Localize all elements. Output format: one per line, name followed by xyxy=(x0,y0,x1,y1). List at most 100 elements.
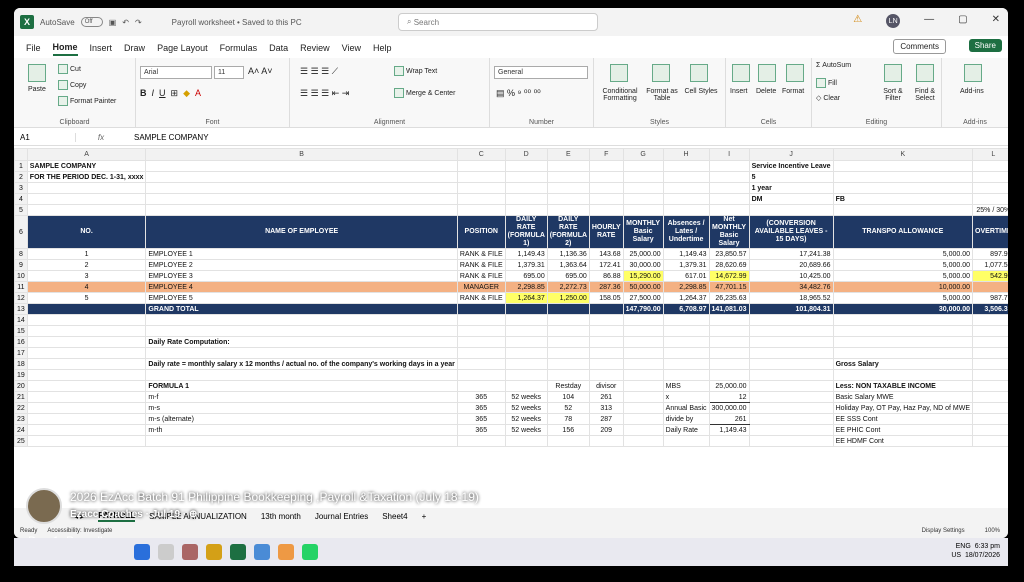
employee-cell[interactable]: EMPLOYEE 4 xyxy=(145,281,458,293)
row-header[interactable]: 14 xyxy=(14,314,28,326)
cell-d16[interactable] xyxy=(504,336,548,348)
employee-cell[interactable]: 695.00 xyxy=(546,270,590,282)
cell-f2[interactable] xyxy=(588,171,624,183)
cell-d17[interactable] xyxy=(504,347,548,359)
employee-cell[interactable] xyxy=(972,281,1008,293)
cell-a22[interactable] xyxy=(26,402,147,414)
menu-data[interactable]: Data xyxy=(269,41,288,55)
employee-cell[interactable]: 28,620.69 xyxy=(708,259,750,271)
grand-total-cell[interactable]: 141,081.03 xyxy=(708,303,750,315)
cell-j24[interactable] xyxy=(748,424,834,436)
cell-e20[interactable]: Restday xyxy=(546,380,590,392)
row-header[interactable]: 18 xyxy=(14,358,28,370)
cell-b3[interactable] xyxy=(145,182,458,194)
addins-button[interactable]: Add-ins xyxy=(960,88,984,95)
cell-l14[interactable] xyxy=(972,314,1008,326)
column-title[interactable]: POSITION xyxy=(456,215,506,249)
cell-g2[interactable] xyxy=(622,171,664,183)
sheet-table[interactable]: ABCDEFGHIJKLMNO1SAMPLE COMPANYService In… xyxy=(14,148,1008,447)
number-format-icons[interactable]: ▤ % ⁹ ⁰⁰ ⁰⁰ xyxy=(496,88,541,99)
cell-a14[interactable] xyxy=(26,314,147,326)
cell-g17[interactable] xyxy=(622,347,664,359)
cell-a20[interactable] xyxy=(26,380,147,392)
minimize-icon[interactable]: — xyxy=(924,14,934,28)
grand-total-cell[interactable] xyxy=(546,303,590,315)
cell-e23[interactable]: 78 xyxy=(546,413,590,425)
zoom-level[interactable]: 100% xyxy=(985,528,1000,534)
cell-l16[interactable] xyxy=(972,336,1008,348)
employee-cell[interactable]: 143.68 xyxy=(588,248,624,260)
cell-e15[interactable] xyxy=(546,325,590,337)
employee-cell[interactable]: RANK & FILE xyxy=(456,259,506,271)
employee-cell[interactable]: 27,500.00 xyxy=(622,292,664,304)
cell-i16[interactable] xyxy=(708,336,750,348)
menu-formulas[interactable]: Formulas xyxy=(220,41,258,55)
cell-h22[interactable]: Annual Basic xyxy=(662,402,710,414)
cell-k22[interactable]: Holiday Pay, OT Pay, Haz Pay, ND of MWE xyxy=(832,402,974,414)
cell-e19[interactable] xyxy=(546,369,590,381)
cell-j16[interactable] xyxy=(748,336,834,348)
format-cells-button[interactable]: Format xyxy=(782,88,804,95)
cell-f25[interactable] xyxy=(588,435,624,447)
column-title[interactable]: NAME OF EMPLOYEE xyxy=(145,215,458,249)
employee-cell[interactable]: 2,298.85 xyxy=(504,281,548,293)
cell-h19[interactable] xyxy=(662,369,710,381)
autosave-toggle[interactable]: Off xyxy=(80,17,103,27)
cell-c17[interactable] xyxy=(456,347,506,359)
cell-g3[interactable] xyxy=(622,182,664,194)
employee-cell[interactable]: 86.88 xyxy=(588,270,624,282)
cell-j2[interactable]: 5 xyxy=(748,171,834,183)
cell-h5[interactable] xyxy=(662,204,710,216)
cell-e4[interactable] xyxy=(546,193,590,205)
cell-k17[interactable] xyxy=(832,347,974,359)
row-header[interactable]: 3 xyxy=(14,182,28,194)
cell-g19[interactable] xyxy=(622,369,664,381)
cell-d19[interactable] xyxy=(504,369,548,381)
maximize-icon[interactable]: ▢ xyxy=(958,14,967,28)
employee-cell[interactable]: 10,000.00 xyxy=(832,281,974,293)
cell-d24[interactable]: 52 weeks xyxy=(504,424,548,436)
delete-cells-icon[interactable] xyxy=(758,64,776,82)
cell-e21[interactable]: 104 xyxy=(546,391,590,403)
row-header[interactable]: 6 xyxy=(14,215,28,249)
employee-cell[interactable]: 18,965.52 xyxy=(748,292,834,304)
font-name-select[interactable]: Arial xyxy=(140,66,212,79)
employee-cell[interactable]: 5 xyxy=(26,292,147,304)
cell-e17[interactable] xyxy=(546,347,590,359)
employee-cell[interactable]: 1,379.31 xyxy=(662,259,710,271)
cell-b16[interactable]: Daily Rate Computation: xyxy=(145,336,458,348)
employee-cell[interactable]: 2,272.73 xyxy=(546,281,590,293)
employee-cell[interactable]: 2,298.85 xyxy=(662,281,710,293)
cell-j23[interactable] xyxy=(748,413,834,425)
grand-total-cell[interactable] xyxy=(26,303,147,315)
cell-i23[interactable]: 261 xyxy=(708,413,750,425)
cell-i14[interactable] xyxy=(708,314,750,326)
grand-total-cell[interactable] xyxy=(456,303,506,315)
share-button[interactable]: Share xyxy=(968,39,1002,52)
cell-k20[interactable]: Less: NON TAXABLE INCOME xyxy=(832,380,974,392)
format-table-icon[interactable] xyxy=(652,64,670,82)
employee-cell[interactable]: EMPLOYEE 3 xyxy=(145,270,458,282)
user-avatar[interactable]: LN xyxy=(886,14,901,28)
employee-cell[interactable]: 10,425.00 xyxy=(748,270,834,282)
cell-e16[interactable] xyxy=(546,336,590,348)
cell-d1[interactable] xyxy=(504,160,548,172)
warning-icon[interactable]: ⚠ xyxy=(853,14,862,28)
cell-d23[interactable]: 52 weeks xyxy=(504,413,548,425)
underline-icon[interactable]: U xyxy=(159,88,166,98)
column-header-c[interactable]: C xyxy=(456,148,506,161)
cell-j1[interactable]: Service Incentive Leave xyxy=(748,160,834,172)
cell-b19[interactable] xyxy=(145,369,458,381)
cell-b25[interactable] xyxy=(145,435,458,447)
employee-cell[interactable]: 1,264.37 xyxy=(662,292,710,304)
employee-cell[interactable]: 3 xyxy=(26,270,147,282)
cell-h20[interactable]: MBS xyxy=(662,380,710,392)
app-icon-1[interactable] xyxy=(182,544,198,560)
employee-cell[interactable]: 542.97 xyxy=(972,270,1008,282)
cell-h23[interactable]: divide by xyxy=(662,413,710,425)
employee-cell[interactable]: 1,250.00 xyxy=(546,292,590,304)
cell-e22[interactable]: 52 xyxy=(546,402,590,414)
cell-j5[interactable] xyxy=(748,204,834,216)
grow-font-icon[interactable]: A˄ A˅ xyxy=(248,66,273,76)
employee-cell[interactable]: 2 xyxy=(26,259,147,271)
